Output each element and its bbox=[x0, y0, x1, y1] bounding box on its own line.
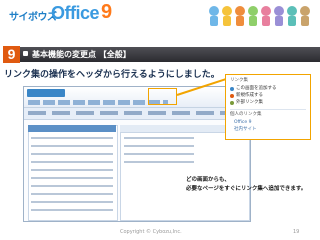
mascot-3 bbox=[235, 6, 245, 26]
mascot-group-illustration bbox=[209, 6, 310, 26]
menu-sub-item-1[interactable]: Office 9 bbox=[234, 120, 251, 126]
section-bullet-icon bbox=[23, 51, 28, 56]
menu-personal-label: 個人のリンク集 bbox=[230, 112, 262, 117]
mascot-1 bbox=[209, 6, 219, 26]
mascot-4 bbox=[248, 6, 258, 26]
header-link-highlight bbox=[148, 88, 177, 105]
app-right-panel-rows bbox=[124, 137, 194, 167]
new-link-icon bbox=[230, 94, 234, 98]
brand-version-text: 9 bbox=[101, 1, 113, 23]
annotation-note: どの画面からも、 必要なページをすぐにリンク集へ追加できます。 bbox=[186, 176, 306, 194]
page-number: 19 bbox=[293, 229, 300, 235]
slide-heading: リンク集の操作をヘッダから行えるようにしました。 bbox=[4, 70, 220, 80]
menu-sub-item-2[interactable]: 社内サイト bbox=[234, 127, 257, 133]
menu-divider bbox=[230, 109, 306, 110]
menu-item-external[interactable]: 外部リンク集 bbox=[236, 100, 263, 106]
app-tabs bbox=[28, 100, 168, 105]
brand-cybozu-text: サイボウズ bbox=[9, 12, 57, 23]
app-left-panel-rows bbox=[31, 137, 113, 217]
add-page-icon bbox=[230, 87, 234, 91]
mascot-8 bbox=[300, 6, 310, 26]
mascot-2 bbox=[222, 6, 232, 26]
annotation-line-2: 必要なページをすぐにリンク集へ追加できます。 bbox=[186, 186, 307, 192]
menu-item-new[interactable]: 新規作成する bbox=[236, 93, 263, 99]
annotation-line-1: どの画面からも、 bbox=[186, 177, 230, 183]
app-logo bbox=[27, 89, 65, 97]
mascot-5 bbox=[261, 6, 271, 26]
section-number: 9 bbox=[3, 46, 20, 63]
menu-section-label: リンク集 bbox=[230, 78, 248, 83]
section-title: 基本機能の変更点 【全般】 bbox=[32, 50, 131, 59]
external-link-icon bbox=[230, 101, 234, 105]
mascot-7 bbox=[287, 6, 297, 26]
mascot-6 bbox=[274, 6, 284, 26]
app-toolbar-text bbox=[28, 111, 248, 115]
app-screenshot bbox=[23, 86, 251, 222]
copyright: Copyright © Cybozu,Inc. bbox=[120, 229, 182, 235]
app-left-panel-header bbox=[28, 125, 116, 132]
link-menu-popup: リンク集 この画面を追加する 新規作成する 外部リンク集 個人のリンク集 Off… bbox=[225, 74, 311, 140]
menu-item-add-page[interactable]: この画面を追加する bbox=[236, 86, 277, 92]
brand-office-text: Office bbox=[51, 3, 100, 23]
